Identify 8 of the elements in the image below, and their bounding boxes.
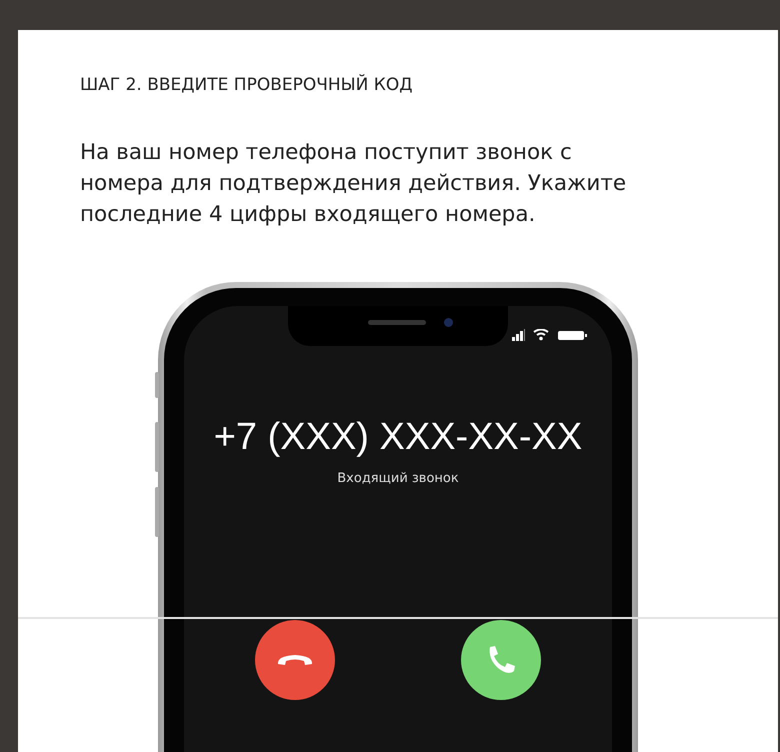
speaker-grille: [368, 320, 426, 325]
call-status: Входящий звонок: [337, 471, 459, 486]
instructions-text: На ваш номер телефона поступит звонок с номера для подтверждения действия. Укажите последние 4 цифры входящего номера.: [80, 139, 628, 229]
front-camera: [444, 318, 453, 327]
caller-number: +7 (XXX) XXX-XX-XX: [214, 416, 582, 459]
hang-up-icon: [275, 652, 315, 668]
status-bar-icon: [512, 329, 588, 341]
step-title: ШАГ 2. ВВЕДИТЕ ПРОВЕРОЧНЫЙ КОД: [80, 75, 414, 95]
